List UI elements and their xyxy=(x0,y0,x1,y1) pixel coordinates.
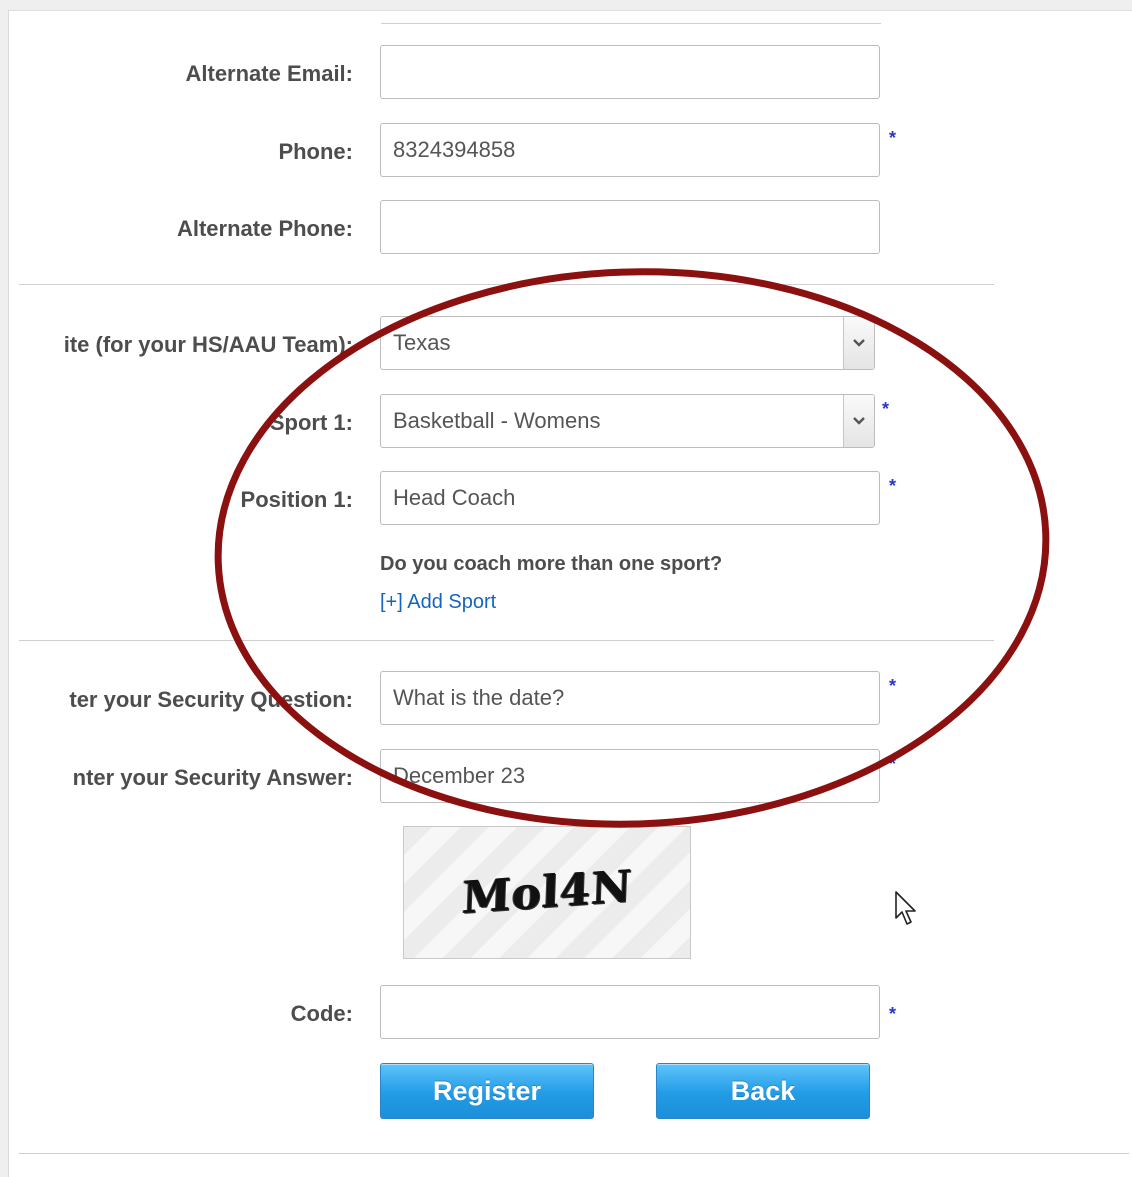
state-label: ite (for your HS/AAU Team): xyxy=(63,332,353,357)
state-select-arrow[interactable] xyxy=(843,317,874,369)
captcha-text: Mol4N xyxy=(461,860,633,925)
state-select[interactable]: Texas xyxy=(380,316,875,370)
sport1-label: Sport 1: xyxy=(269,410,353,435)
position1-required-mark: * xyxy=(889,476,897,496)
security-answer-label: nter your Security Answer: xyxy=(72,765,353,790)
phone-label: Phone: xyxy=(278,139,353,164)
alternate-phone-label: Alternate Phone: xyxy=(176,216,353,241)
security-answer-field[interactable] xyxy=(380,749,880,803)
security-question-label: ter your Security Question: xyxy=(69,687,353,712)
state-select-value: Texas xyxy=(393,330,451,355)
back-button[interactable]: Back xyxy=(656,1063,870,1119)
code-field[interactable] xyxy=(380,985,880,1039)
code-required-mark: * xyxy=(889,1004,897,1024)
top-divider xyxy=(381,23,881,24)
sport1-required-mark: * xyxy=(882,399,890,419)
security-answer-required-mark: * xyxy=(889,754,897,774)
sport1-select-value: Basketball - Womens xyxy=(393,408,601,433)
captcha-image: Mol4N xyxy=(403,826,691,959)
state-required-mark: * xyxy=(887,321,895,341)
multi-sport-question: Do you coach more than one sport? xyxy=(380,553,723,575)
chevron-down-icon xyxy=(853,417,865,425)
position1-label: Position 1: xyxy=(240,487,353,512)
position1-field[interactable] xyxy=(380,471,880,525)
alternate-email-label: Alternate Email: xyxy=(185,61,354,86)
sport1-select-arrow[interactable] xyxy=(843,395,874,447)
register-button[interactable]: Register xyxy=(380,1063,594,1119)
alternate-email-field[interactable] xyxy=(380,45,880,99)
phone-field[interactable] xyxy=(380,123,880,177)
section-divider-1 xyxy=(19,284,994,285)
bottom-divider xyxy=(19,1153,1129,1154)
add-sport-link[interactable]: [+] Add Sport xyxy=(380,591,496,614)
mouse-cursor-icon xyxy=(895,891,916,925)
chevron-down-icon xyxy=(853,339,865,347)
alternate-phone-field[interactable] xyxy=(380,200,880,254)
phone-required-mark: * xyxy=(889,128,897,148)
registration-panel: Alternate Email: Phone: * Alternate Phon… xyxy=(8,10,1132,1177)
section-divider-2 xyxy=(19,640,994,641)
code-label: Code: xyxy=(290,1001,353,1026)
security-question-field[interactable] xyxy=(380,671,880,725)
sport1-select[interactable]: Basketball - Womens xyxy=(380,394,875,448)
security-question-required-mark: * xyxy=(889,676,897,696)
